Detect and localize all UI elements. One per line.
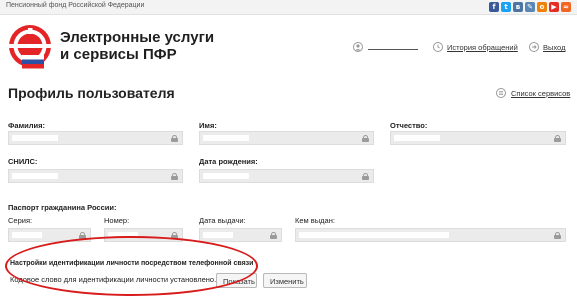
user-icon[interactable] [353, 42, 363, 52]
passport-title: Паспорт гражданина России: [8, 203, 117, 212]
page-title: Профиль пользователя [8, 85, 175, 101]
odnoklassniki-icon[interactable]: o [537, 2, 547, 12]
name-field [199, 131, 374, 145]
issued-by-label: Кем выдан: [295, 216, 335, 225]
vk-icon[interactable]: в [513, 2, 523, 12]
issue-date-field [199, 228, 282, 242]
birthdate-field [199, 169, 374, 183]
brand-line-1: Электронные услуги [60, 29, 215, 46]
patronymic-label: Отчество: [390, 121, 428, 130]
brand-title: Электронные услуги и сервисы ПФР [60, 29, 214, 63]
lock-icon [171, 135, 178, 142]
list-icon[interactable] [496, 88, 506, 98]
lock-icon [362, 173, 369, 180]
logout-link[interactable]: Выход [543, 43, 565, 52]
birthdate-label: Дата рождения: [199, 157, 258, 166]
number-label: Номер: [104, 216, 130, 225]
lock-icon [554, 232, 561, 239]
patronymic-field [390, 131, 566, 145]
twitter-icon[interactable]: t [501, 2, 511, 12]
surname-label: Фамилия: [8, 121, 45, 130]
issue-date-label: Дата выдачи: [199, 216, 246, 225]
lock-icon [171, 173, 178, 180]
highlight-ellipse [5, 236, 258, 296]
brand-line-2: и сервисы ПФР [60, 46, 177, 63]
youtube-icon[interactable]: ▶ [549, 2, 559, 12]
rss-icon[interactable]: ≈ [561, 2, 571, 12]
facebook-icon[interactable]: f [489, 2, 499, 12]
history-icon[interactable] [433, 42, 443, 52]
history-link[interactable]: История обращений [447, 43, 518, 52]
livejournal-icon[interactable]: ✎ [525, 2, 535, 12]
services-list-link[interactable]: Список сервисов [511, 89, 570, 98]
surname-field [8, 131, 183, 145]
pfr-logo [9, 25, 52, 69]
lock-icon [362, 135, 369, 142]
issued-by-field [295, 228, 566, 242]
snils-field [8, 169, 183, 183]
change-codeword-button[interactable]: Изменить [263, 273, 307, 288]
series-label: Серия: [8, 216, 33, 225]
lock-icon [554, 135, 561, 142]
user-name-field[interactable] [368, 49, 418, 50]
logout-icon[interactable] [529, 42, 539, 52]
name-label: Имя: [199, 121, 217, 130]
org-name: Пенсионный фонд Российской Федерации [6, 2, 145, 9]
lock-icon [270, 232, 277, 239]
snils-label: СНИЛС: [8, 157, 38, 166]
